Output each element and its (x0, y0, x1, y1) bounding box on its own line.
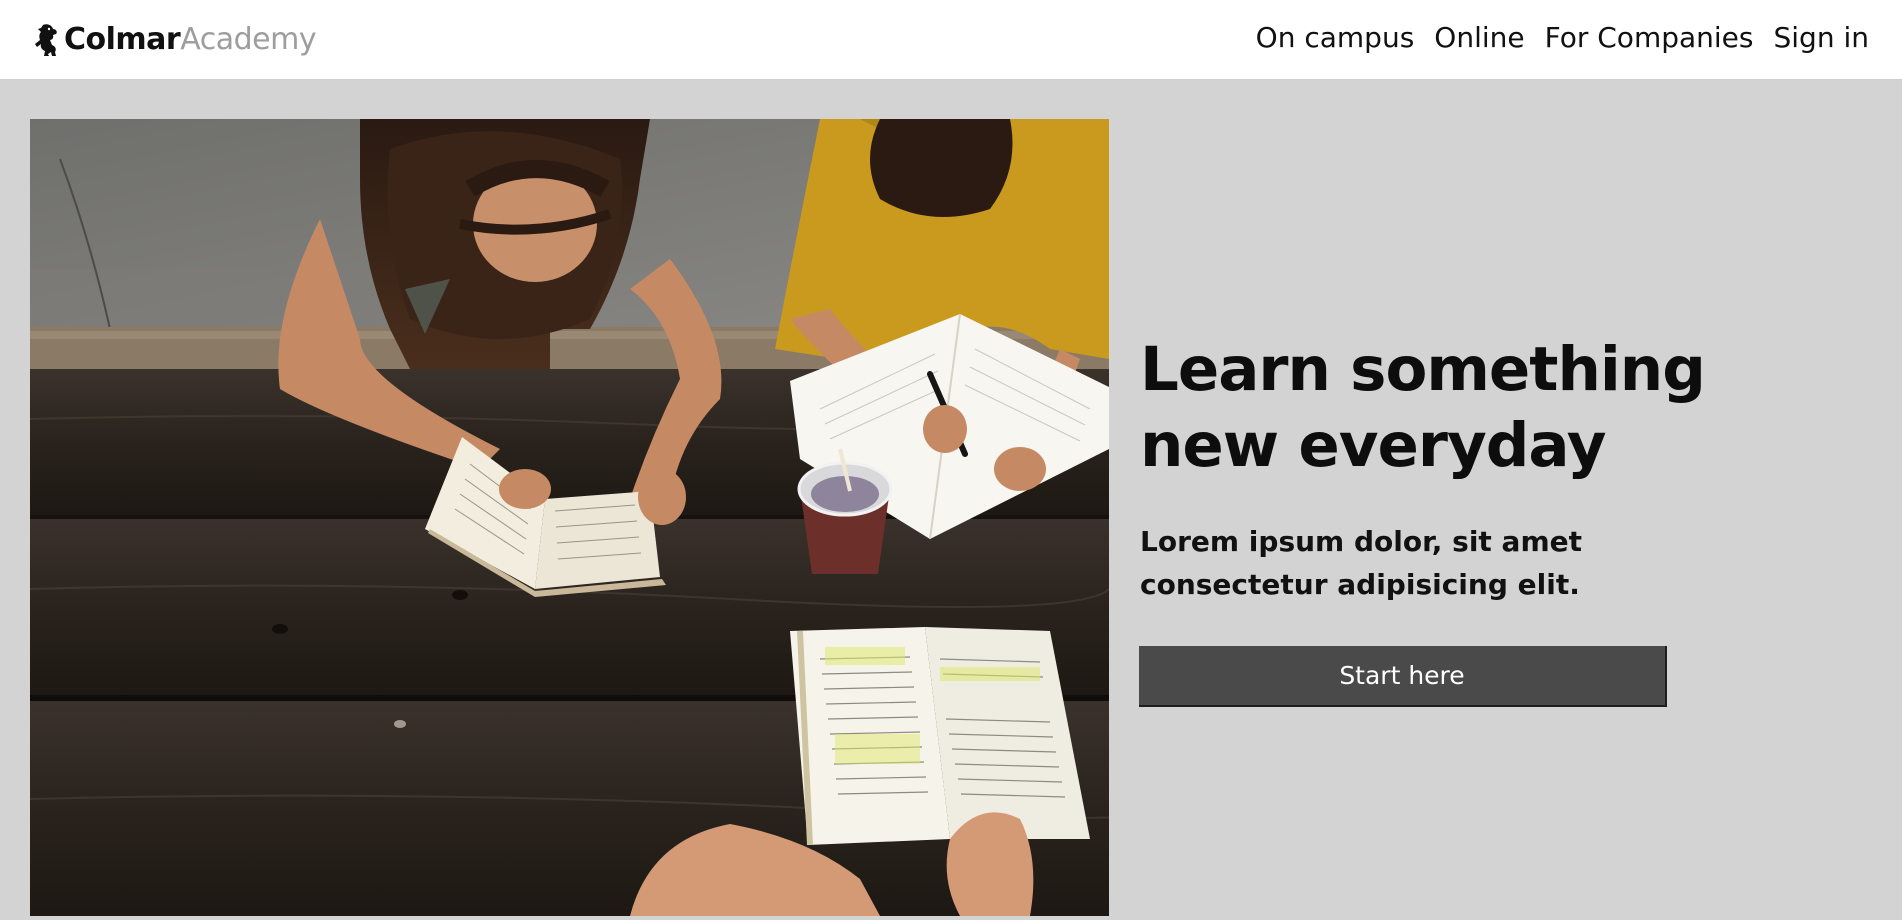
lion-rampant-icon (34, 23, 60, 57)
nav-link-on-campus[interactable]: On campus (1256, 18, 1415, 58)
start-here-button[interactable]: Start here (1139, 646, 1667, 707)
top-navigation-bar: Colmar Academy On campus Online For Compa… (0, 0, 1902, 80)
brand-name-primary: Colmar (64, 22, 181, 57)
hero-heading-line-1: Learn something (1140, 334, 1706, 405)
hero-subheading-line-1: Lorem ipsum dolor, sit amet (1140, 525, 1582, 558)
nav-link-online[interactable]: Online (1434, 18, 1524, 58)
hero-heading-line-2: new everyday (1140, 410, 1606, 481)
nav-link-for-companies[interactable]: For Companies (1545, 18, 1754, 58)
brand-name-secondary: Academy (180, 22, 317, 57)
landing-page: Colmar Academy On campus Online For Compa… (0, 0, 1902, 920)
hero-photo (30, 119, 1109, 916)
hero-subheading: Lorem ipsum dolor, sit amet consectetur … (1140, 520, 1660, 606)
hero-heading: Learn something new everyday (1140, 332, 1860, 484)
students-reading-illustration (30, 119, 1109, 916)
hero-subheading-line-2: consectetur adipisicing elit. (1140, 568, 1580, 601)
nav-link-sign-in[interactable]: Sign in (1774, 18, 1870, 58)
brand-logo-link[interactable]: Colmar Academy (34, 20, 317, 60)
main-nav: On campus Online For Companies Sign in (1236, 18, 1869, 58)
